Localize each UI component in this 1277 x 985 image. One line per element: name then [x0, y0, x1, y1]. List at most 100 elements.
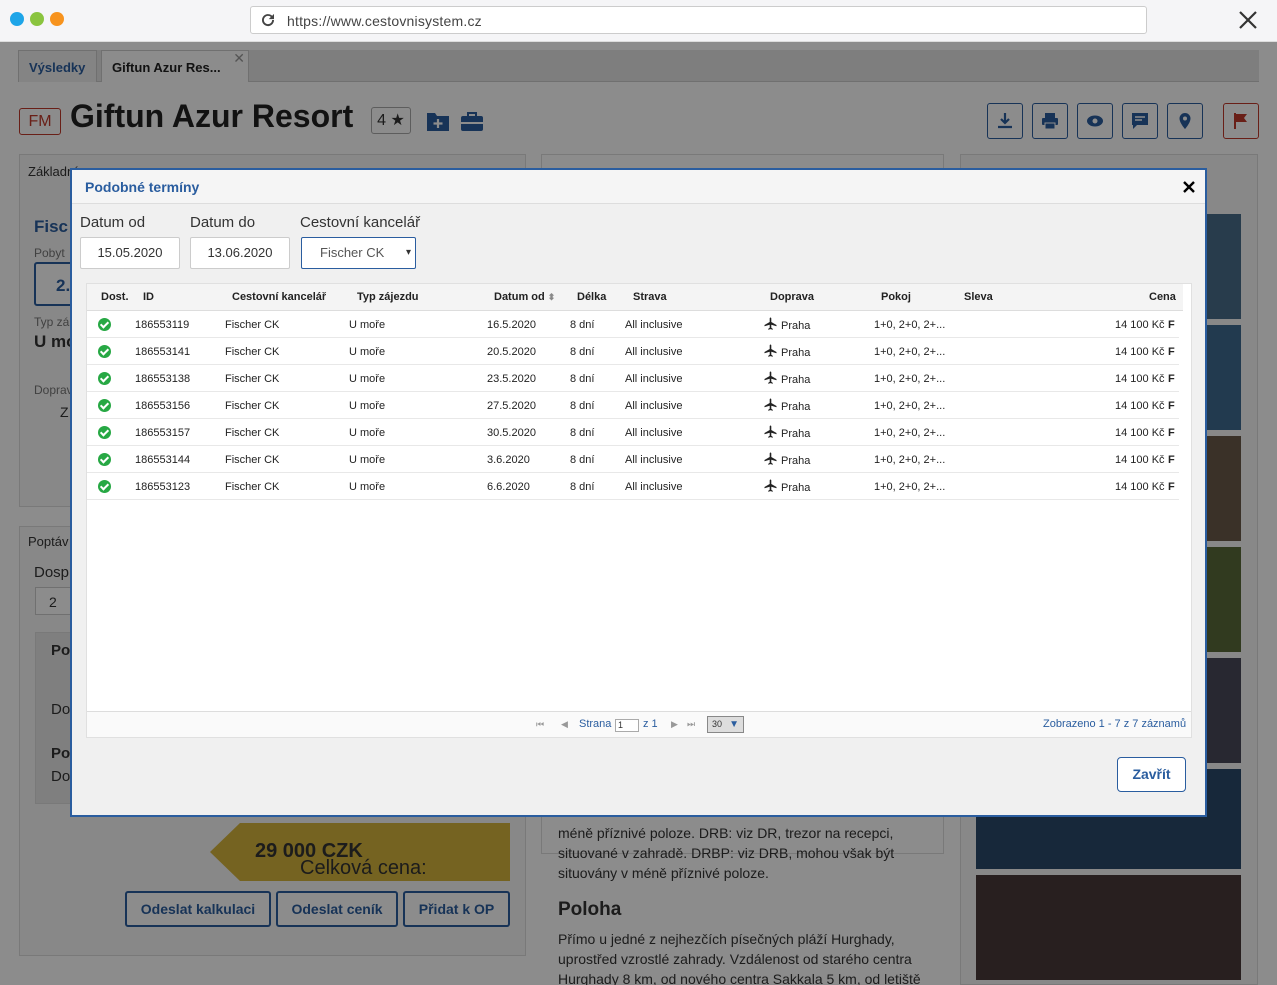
modal-close-icon[interactable] [1180, 178, 1198, 196]
plane-icon [764, 317, 777, 330]
modal-header: Podobné termíny [72, 170, 1205, 204]
page-total: z 1 [643, 718, 658, 730]
cell-length: 8 dní [570, 373, 595, 385]
plane-icon [764, 425, 777, 438]
date-from-label: Datum od [80, 214, 146, 231]
cell-price: 14 100 Kč [1115, 481, 1165, 493]
agency-select[interactable]: Fischer CK ▾ [301, 237, 416, 269]
available-check-icon [98, 372, 111, 385]
cell-room: 1+0, 2+0, 2+... [874, 454, 946, 466]
cell-length: 8 dní [570, 346, 595, 358]
available-check-icon [98, 480, 111, 493]
table-row[interactable]: 186553138 Fischer CK U moře 23.5.2020 8 dní A… [87, 365, 1179, 392]
cell-length: 8 dní [570, 319, 595, 331]
col-id[interactable]: ID [143, 291, 154, 303]
cell-date: 23.5.2020 [487, 373, 536, 385]
date-to-label: Datum do [190, 214, 256, 231]
plane-icon [764, 398, 777, 411]
cell-board: All inclusive [625, 454, 683, 466]
close-window-icon[interactable] [1237, 9, 1259, 31]
plane-icon [764, 344, 777, 357]
cell-flag: F [1168, 346, 1175, 358]
address-bar[interactable]: https://www.cestovnisystem.cz [250, 6, 1147, 34]
plane-icon [764, 371, 777, 384]
cell-agency: Fischer CK [225, 346, 280, 358]
similar-dates-modal: Podobné termíny Datum od 15.05.2020 Datu… [70, 168, 1207, 817]
date-from-input[interactable]: 15.05.2020 [80, 237, 180, 269]
page-size-value: 30 [712, 719, 723, 729]
table-row[interactable]: 186553123 Fischer CK U moře 6.6.2020 8 dní Al… [87, 473, 1179, 500]
chevron-down-icon: ▾ [405, 247, 411, 258]
window-dot-green[interactable] [30, 12, 44, 26]
col-price[interactable]: Cena [1149, 291, 1176, 303]
cell-transport: Praha [781, 320, 811, 332]
col-room[interactable]: Pokoj [881, 291, 911, 303]
col-agency[interactable]: Cestovní kancelář [232, 291, 326, 303]
agency-select-value: Fischer CK [320, 245, 385, 260]
cell-board: All inclusive [625, 400, 683, 412]
cell-agency: Fischer CK [225, 454, 280, 466]
date-to-input[interactable]: 13.06.2020 [190, 237, 290, 269]
modal-title: Podobné termíny [85, 179, 200, 195]
col-transport[interactable]: Doprava [770, 291, 814, 303]
window-dot-orange[interactable] [50, 12, 64, 26]
close-button[interactable]: Zavřít [1117, 757, 1186, 792]
col-date-from[interactable]: Datum od ⬍ [494, 291, 555, 303]
grid-header: Dost. ID Cestovní kancelář Typ zájezdu D… [87, 284, 1183, 311]
available-check-icon [98, 399, 111, 412]
cell-transport: Praha [781, 455, 811, 467]
table-row[interactable]: 186553141 Fischer CK U moře 20.5.2020 8 dní A… [87, 338, 1179, 365]
cell-flag: F [1168, 373, 1175, 385]
last-page-icon[interactable]: ⏭ [687, 719, 695, 730]
cell-length: 8 dní [570, 481, 595, 493]
prev-page-icon[interactable]: ◀ [561, 719, 568, 730]
cell-trip-type: U moře [349, 373, 386, 385]
cell-date: 16.5.2020 [487, 319, 536, 331]
cell-flag: F [1168, 481, 1175, 493]
available-check-icon [98, 426, 111, 439]
cell-room: 1+0, 2+0, 2+... [874, 481, 946, 493]
cell-date: 30.5.2020 [487, 427, 536, 439]
col-board[interactable]: Strava [633, 291, 667, 303]
cell-date: 6.6.2020 [487, 481, 530, 493]
page-input[interactable]: 1 [615, 719, 639, 732]
cell-board: All inclusive [625, 319, 683, 331]
available-check-icon [98, 318, 111, 331]
url-text[interactable]: https://www.cestovnisystem.cz [287, 13, 482, 29]
cell-price: 14 100 Kč [1115, 373, 1165, 385]
col-trip-type[interactable]: Typ zájezdu [357, 291, 419, 303]
window-dot-blue[interactable] [10, 12, 24, 26]
table-row[interactable]: 186553119 Fischer CK U moře 16.5.2020 8 dní A… [87, 311, 1179, 338]
next-page-icon[interactable]: ▶ [671, 719, 678, 730]
available-check-icon [98, 453, 111, 466]
reload-icon[interactable] [259, 11, 277, 29]
sort-icon: ⬍ [547, 292, 556, 302]
col-availability[interactable]: Dost. [101, 291, 129, 303]
cell-transport: Praha [781, 347, 811, 359]
cell-board: All inclusive [625, 427, 683, 439]
cell-board: All inclusive [625, 373, 683, 385]
cell-transport: Praha [781, 428, 811, 440]
cell-trip-type: U moře [349, 454, 386, 466]
table-row[interactable]: 186553144 Fischer CK U moře 3.6.2020 8 dní Al… [87, 446, 1179, 473]
table-row[interactable]: 186553157 Fischer CK U moře 30.5.2020 8 dní A… [87, 419, 1179, 446]
cell-trip-type: U moře [349, 481, 386, 493]
col-length[interactable]: Délka [577, 291, 606, 303]
cell-id: 186553123 [135, 481, 191, 493]
agency-label: Cestovní kancelář [300, 214, 421, 231]
table-row[interactable]: 186553156 Fischer CK U moře 27.5.2020 8 dní A… [87, 392, 1179, 419]
cell-board: All inclusive [625, 346, 683, 358]
cell-transport: Praha [781, 482, 811, 494]
cell-agency: Fischer CK [225, 373, 280, 385]
records-summary: Zobrazeno 1 - 7 z 7 záznamů [1043, 718, 1187, 730]
cell-room: 1+0, 2+0, 2+... [874, 373, 946, 385]
cell-room: 1+0, 2+0, 2+... [874, 400, 946, 412]
cell-flag: F [1168, 427, 1175, 439]
cell-flag: F [1168, 454, 1175, 466]
first-page-icon[interactable]: ⏮ [536, 719, 544, 730]
page-size-select[interactable]: 30 ▼ [707, 716, 744, 733]
cell-id: 186553144 [135, 454, 191, 466]
cell-id: 186553119 [135, 319, 190, 331]
col-discount[interactable]: Sleva [964, 291, 993, 303]
cell-id: 186553141 [135, 346, 191, 358]
